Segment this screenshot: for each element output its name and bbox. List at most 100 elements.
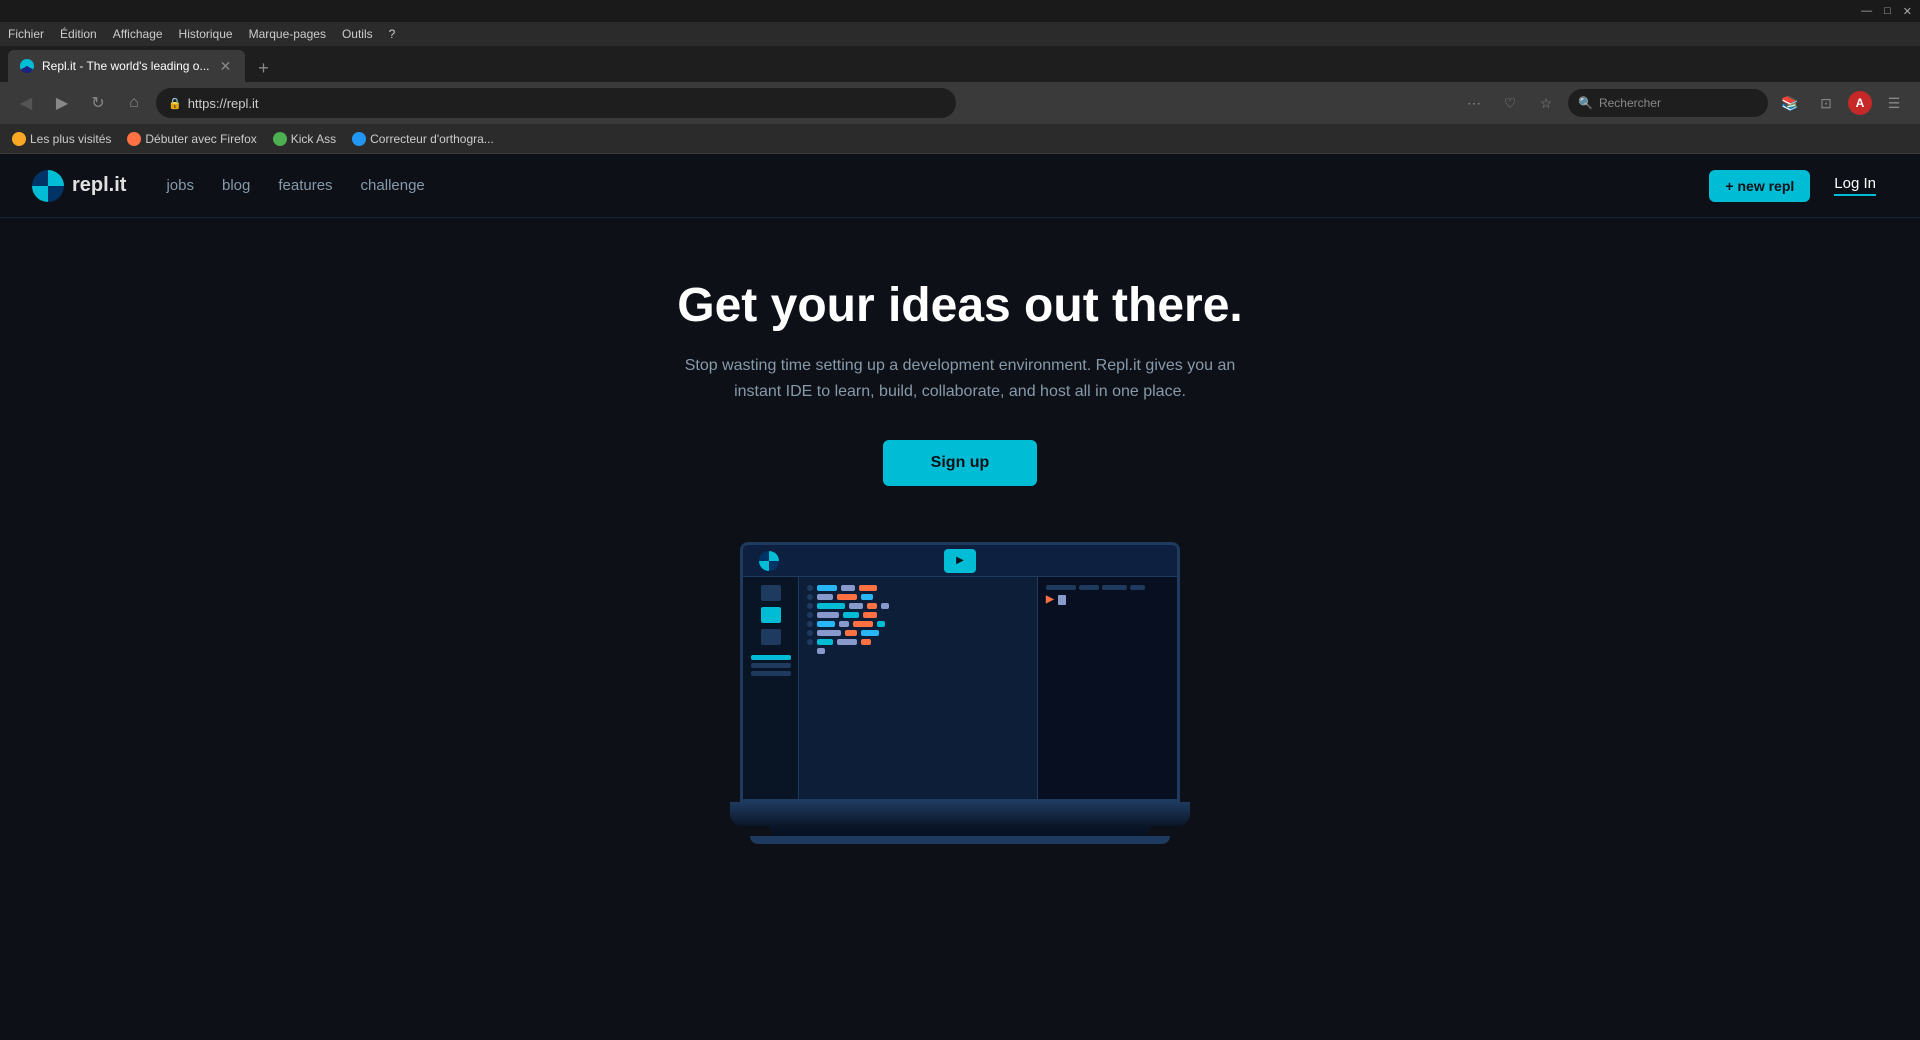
- nav-link-blog[interactable]: blog: [222, 177, 250, 194]
- forward-button[interactable]: ▶: [48, 89, 76, 117]
- code-seg: [841, 585, 855, 591]
- new-tab-button[interactable]: +: [249, 54, 277, 82]
- bookmark-label-kickass: Kick Ass: [291, 132, 336, 146]
- menu-bar: Fichier Édition Affichage Historique Mar…: [0, 22, 1920, 46]
- url-text: https://repl.it: [188, 96, 259, 111]
- laptop-illustration: ▶: [730, 542, 1190, 844]
- home-button[interactable]: ⌂: [120, 89, 148, 117]
- code-seg: [839, 621, 849, 627]
- menu-help[interactable]: ?: [389, 27, 396, 41]
- close-button[interactable]: ✕: [1903, 5, 1912, 18]
- nav-link-jobs[interactable]: jobs: [166, 177, 194, 194]
- hero-title: Get your ideas out there.: [677, 278, 1242, 333]
- login-button[interactable]: Log In: [1822, 167, 1888, 204]
- laptop-ide-body: ▶: [743, 577, 1177, 799]
- code-line-7: [807, 639, 1029, 645]
- code-seg: [817, 603, 845, 609]
- reading-list-icon[interactable]: ♡: [1496, 89, 1524, 117]
- code-line-5: [807, 621, 1029, 627]
- laptop-titlebar: ▶: [743, 545, 1177, 577]
- bookmark-favicon-ka: [273, 132, 287, 146]
- replit-logo[interactable]: repl.it: [32, 170, 126, 202]
- code-dot: [807, 603, 813, 609]
- laptop-play-button: ▶: [944, 549, 976, 573]
- menu-historique[interactable]: Historique: [179, 27, 233, 41]
- menu-edition[interactable]: Édition: [60, 27, 97, 41]
- url-input[interactable]: 🔒 https://repl.it: [156, 88, 956, 118]
- replit-navbar: repl.it jobs blog features challenge + n…: [0, 154, 1920, 218]
- menu-fichier[interactable]: Fichier: [8, 27, 44, 41]
- code-seg: [867, 603, 877, 609]
- bookmark-favicon-ff: [127, 132, 141, 146]
- extensions-icon[interactable]: ⋯: [1460, 89, 1488, 117]
- code-seg: [837, 594, 857, 600]
- browser-tab-active[interactable]: Repl.it - The world's leading o... ✕: [8, 50, 245, 82]
- code-line-1: [807, 585, 1029, 591]
- code-dot: [807, 594, 813, 600]
- maximize-button[interactable]: □: [1884, 5, 1891, 17]
- code-seg: [817, 639, 833, 645]
- menu-marque-pages[interactable]: Marque-pages: [249, 27, 326, 41]
- laptop-foot: [750, 836, 1170, 844]
- code-seg: [853, 621, 873, 627]
- user-avatar[interactable]: A: [1848, 91, 1872, 115]
- bookmark-correcteur[interactable]: Correcteur d'orthogra...: [352, 132, 494, 146]
- minimize-button[interactable]: —: [1861, 5, 1872, 17]
- menu-button[interactable]: ☰: [1880, 89, 1908, 117]
- ide-terminal-panel: ▶: [1037, 577, 1177, 799]
- tab-close-button[interactable]: ✕: [217, 58, 233, 74]
- code-seg: [817, 594, 833, 600]
- code-seg: [861, 630, 879, 636]
- code-line-8: [807, 648, 1029, 654]
- nav-link-features[interactable]: features: [278, 177, 332, 194]
- code-seg: [877, 621, 885, 627]
- bookmark-most-visited[interactable]: Les plus visités: [12, 132, 111, 146]
- back-button[interactable]: ◀: [12, 89, 40, 117]
- search-box[interactable]: 🔍 Rechercher: [1568, 89, 1768, 117]
- terminal-seg: [1102, 585, 1127, 590]
- code-seg: [849, 603, 863, 609]
- bookmark-favicon-co: [352, 132, 366, 146]
- bookmark-label-firefox: Débuter avec Firefox: [145, 132, 256, 146]
- nav-link-challenge[interactable]: challenge: [361, 177, 425, 194]
- ide-sidebar-settings-icon: [761, 607, 781, 623]
- terminal-seg: [1130, 585, 1145, 590]
- ide-sidebar: [743, 577, 799, 799]
- menu-outils[interactable]: Outils: [342, 27, 373, 41]
- code-line-6: [807, 630, 1029, 636]
- signup-button[interactable]: Sign up: [883, 440, 1038, 486]
- laptop-base: [730, 802, 1190, 826]
- code-seg: [817, 585, 837, 591]
- bookmark-label-correcteur: Correcteur d'orthogra...: [370, 132, 494, 146]
- tab-favicon: [20, 59, 34, 73]
- tab-bar: Repl.it - The world's leading o... ✕ +: [0, 46, 1920, 82]
- search-placeholder: Rechercher: [1599, 96, 1661, 110]
- code-seg: [817, 621, 835, 627]
- code-seg: [817, 612, 839, 618]
- search-icon: 🔍: [1578, 96, 1593, 110]
- sync-icon[interactable]: ⊡: [1812, 89, 1840, 117]
- terminal-line-1: [1046, 585, 1169, 590]
- bookmark-favicon-star: [12, 132, 26, 146]
- new-repl-button[interactable]: + new repl: [1709, 170, 1810, 202]
- code-seg: [817, 630, 841, 636]
- bookmark-kickass[interactable]: Kick Ass: [273, 132, 336, 146]
- code-seg: [817, 648, 825, 654]
- hero-section: Get your ideas out there. Stop wasting t…: [0, 218, 1920, 1040]
- reload-button[interactable]: ↻: [84, 89, 112, 117]
- terminal-seg: [1046, 585, 1076, 590]
- code-seg: [861, 639, 871, 645]
- os-titlebar: — □ ✕: [0, 0, 1920, 22]
- website-content: repl.it jobs blog features challenge + n…: [0, 154, 1920, 1040]
- code-line-3: [807, 603, 1029, 609]
- browser-chrome: Fichier Édition Affichage Historique Mar…: [0, 22, 1920, 154]
- prompt-cursor: [1058, 595, 1066, 605]
- bookmark-firefox[interactable]: Débuter avec Firefox: [127, 132, 256, 146]
- replit-logo-icon: [32, 170, 64, 202]
- bookmark-icon[interactable]: ☆: [1532, 89, 1560, 117]
- menu-affichage[interactable]: Affichage: [113, 27, 163, 41]
- address-bar: ◀ ▶ ↻ ⌂ 🔒 https://repl.it ⋯ ♡ ☆ 🔍 Recher…: [0, 82, 1920, 124]
- code-line-4: [807, 612, 1029, 618]
- library-icon[interactable]: 📚: [1776, 89, 1804, 117]
- toolbar-right: ⋯ ♡ ☆ 🔍 Rechercher 📚 ⊡ A ☰: [1460, 89, 1908, 117]
